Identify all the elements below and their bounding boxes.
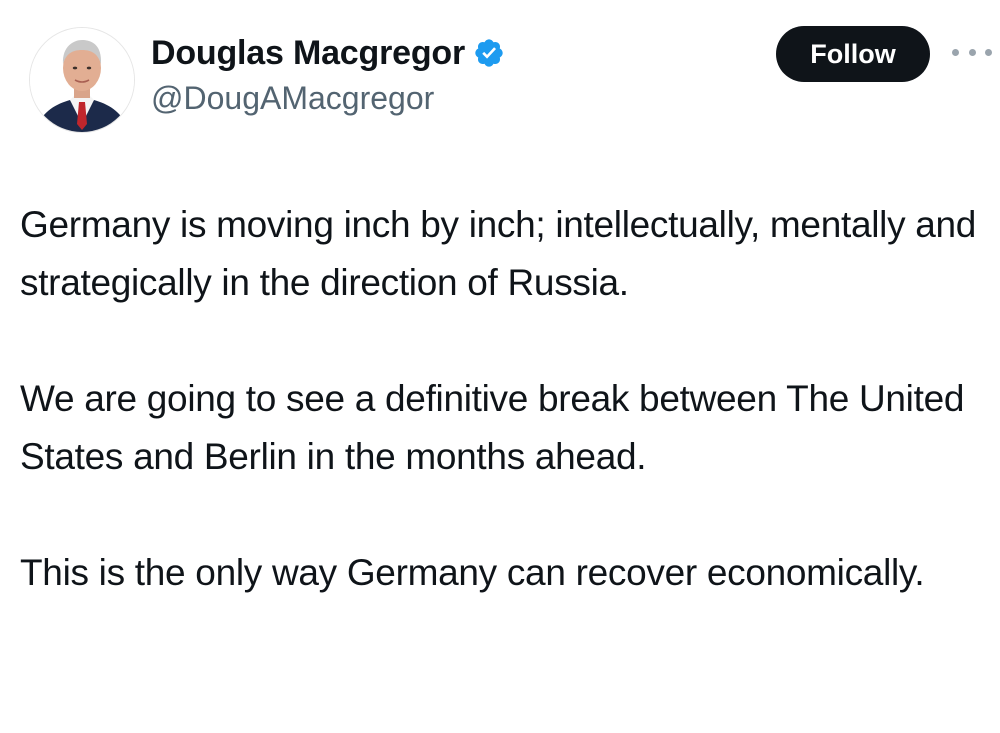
tweet-card: Douglas Macgregor @DougAMacgregor Follow…	[0, 0, 1000, 733]
tweet-text: Germany is moving inch by inch; intellec…	[20, 196, 995, 602]
tweet-paragraph: Germany is moving inch by inch; intellec…	[20, 204, 977, 303]
more-dot	[952, 48, 959, 56]
tweet-paragraph: This is the only way Germany can recover…	[20, 552, 925, 593]
more-options-icon[interactable]	[952, 40, 992, 64]
name-row: Douglas Macgregor	[151, 30, 505, 76]
avatar[interactable]	[30, 28, 134, 132]
follow-button[interactable]: Follow	[776, 26, 930, 82]
more-dot	[985, 48, 992, 56]
verified-badge-icon[interactable]	[473, 37, 505, 69]
avatar-image	[30, 28, 134, 132]
tweet-paragraph: We are going to see a definitive break b…	[20, 378, 965, 477]
author-handle[interactable]: @DougAMacgregor	[151, 80, 505, 117]
tweet-header: Douglas Macgregor @DougAMacgregor Follow	[0, 0, 1000, 150]
more-dot	[968, 48, 976, 56]
author-info: Douglas Macgregor @DougAMacgregor	[151, 30, 505, 117]
author-display-name[interactable]: Douglas Macgregor	[151, 34, 465, 73]
